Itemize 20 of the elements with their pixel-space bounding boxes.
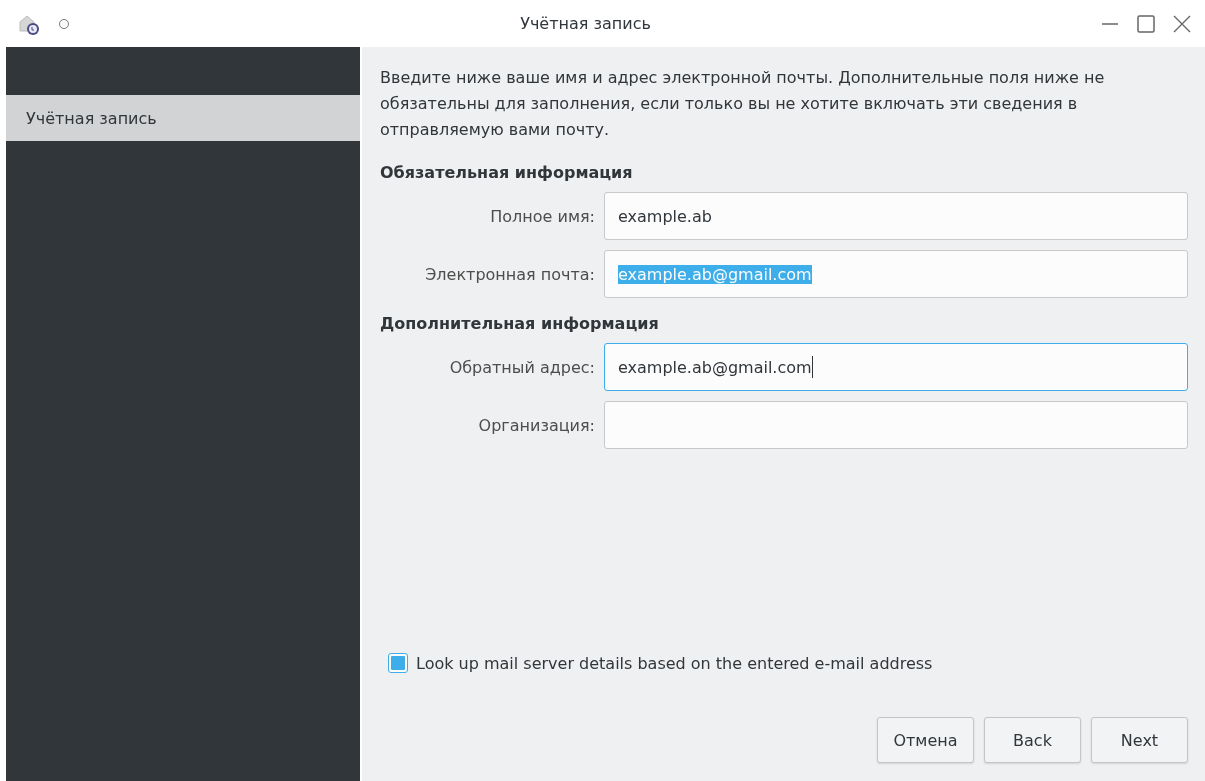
field-label: Электронная почта: <box>424 264 595 284</box>
intro-text: Введите ниже ваше имя и адрес электронной почты. Дополнительные поля ниже не обязательны для заполнения, если только вы не хотите включать эти сведения в отправляемую вами почту. <box>380 67 1106 141</box>
close-icon[interactable] <box>1173 14 1191 33</box>
input-field[interactable] <box>604 401 1188 449</box>
dialog-button[interactable]: Next <box>1091 717 1188 763</box>
dialog-button[interactable]: Отмена <box>877 717 974 763</box>
section-title: Дополнительная информация <box>380 314 660 333</box>
input-field[interactable]: example.ab <box>604 192 1188 240</box>
maximize-icon[interactable] <box>1137 14 1155 33</box>
field-label: Обратный адрес: <box>448 357 595 377</box>
input-field[interactable]: example.ab@gmail.com <box>604 343 1188 391</box>
dialog-button[interactable]: Back <box>984 717 1081 763</box>
checkbox[interactable] <box>388 653 408 673</box>
section-title: Обязательная информация <box>380 163 634 182</box>
sidebar-item[interactable]: Учётная запись <box>6 95 360 141</box>
checkbox-label: Look up mail server details based on the entered e-mail address <box>416 653 933 673</box>
window-title: Учётная запись <box>519 14 652 33</box>
field-label: Организация: <box>477 415 595 435</box>
field-label: Полное имя: <box>489 206 595 226</box>
circle-icon[interactable] <box>58 17 70 30</box>
